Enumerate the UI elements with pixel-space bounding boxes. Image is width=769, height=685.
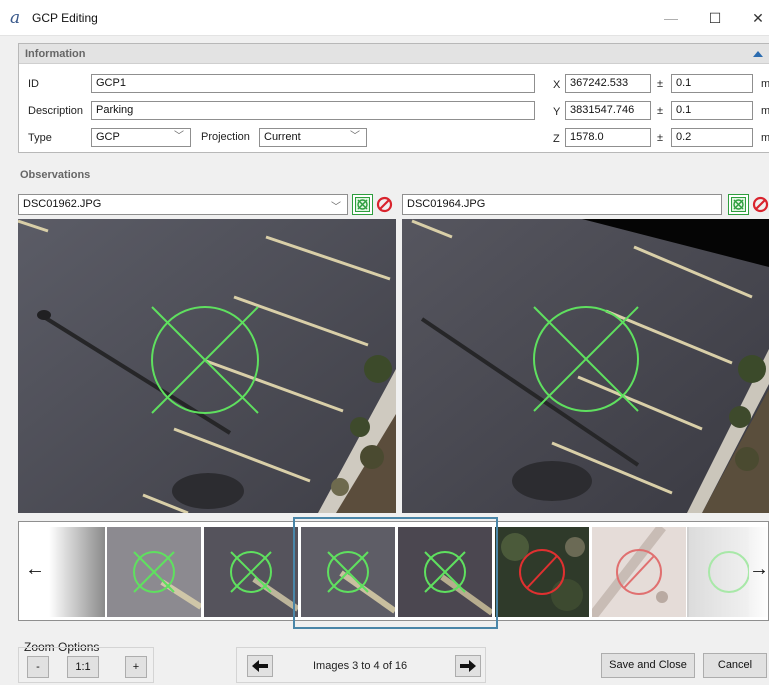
zoom-options-group: - 1:1 + [18, 647, 154, 683]
y-accuracy-field[interactable]: 0.1 [671, 101, 753, 120]
thumbnail-5[interactable] [495, 527, 589, 617]
close-button[interactable]: ✕ [748, 9, 768, 27]
x-field[interactable]: 367242.533 [565, 74, 651, 93]
y-field[interactable]: 3831547.746 [565, 101, 651, 120]
projection-select-value: Current [264, 131, 301, 143]
gcp-mark-icon [355, 197, 370, 212]
information-header[interactable]: Information [19, 44, 769, 64]
left-remove-icon[interactable] [376, 196, 393, 213]
left-mark-button[interactable] [352, 194, 373, 215]
chevron-down-icon: ﹀ [331, 202, 341, 213]
thumbnail-5-image [495, 527, 589, 617]
y-unit: m [761, 105, 769, 117]
title-bar: a GCP Editing — ☐ ✕ [0, 0, 769, 36]
paging-status: Images 3 to 4 of 16 [313, 660, 408, 672]
right-image-viewer[interactable] [402, 219, 769, 513]
right-remove-icon[interactable] [752, 196, 769, 213]
id-field[interactable]: GCP1 [91, 74, 535, 93]
right-image-select[interactable]: DSC01964.JPG [402, 194, 722, 215]
previous-images-button[interactable] [247, 655, 273, 677]
window-title: GCP Editing [32, 11, 98, 25]
z-field[interactable]: 1578.0 [565, 128, 651, 147]
x-accuracy-field[interactable]: 0.1 [671, 74, 753, 93]
right-aerial-photo [402, 219, 769, 513]
chevron-down-icon: ﹀ [350, 131, 360, 142]
minimize-button[interactable]: — [661, 9, 681, 27]
projection-label: Projection [201, 131, 250, 143]
save-and-close-button[interactable]: Save and Close [601, 653, 695, 678]
z-plusminus: ± [657, 132, 664, 144]
thumbnail-2[interactable] [204, 527, 298, 617]
y-plusminus: ± [657, 105, 664, 117]
zoom-out-button[interactable]: - [27, 656, 49, 678]
projection-select[interactable]: Current ﹀ [259, 128, 367, 147]
next-images-button[interactable] [455, 655, 481, 677]
cancel-button[interactable]: Cancel [703, 653, 767, 678]
information-title: Information [25, 48, 86, 60]
description-field[interactable]: Parking [91, 101, 535, 120]
thumbnail-2-image [204, 527, 298, 617]
right-mark-button[interactable] [728, 194, 749, 215]
x-plusminus: ± [657, 78, 664, 90]
left-aerial-photo [18, 219, 396, 513]
z-label: Z [553, 133, 560, 145]
thumbnail-7[interactable] [689, 527, 749, 617]
x-label: X [553, 79, 561, 91]
zoom-reset-button[interactable]: 1:1 [67, 656, 99, 678]
z-unit: m [761, 132, 769, 144]
maximize-button[interactable]: ☐ [705, 9, 725, 27]
gcp-mark-icon [731, 197, 746, 212]
right-image-name: DSC01964.JPG [407, 198, 486, 210]
thumbnail-7-image [689, 527, 749, 617]
thumbnail-1-image [107, 527, 201, 617]
arrow-left-icon [252, 660, 268, 672]
thumbnail-1[interactable] [107, 527, 201, 617]
current-pair-selection [293, 517, 498, 629]
thumbnail-6-image [592, 527, 686, 617]
y-label: Y [553, 106, 561, 118]
filmstrip-prev-arrow[interactable]: ← [25, 558, 45, 581]
left-image-select[interactable]: DSC01962.JPG ﹀ [18, 194, 348, 215]
id-label: ID [28, 78, 39, 90]
type-select-value: GCP [96, 131, 120, 143]
information-panel: Information ID GCP1 Description Parking … [18, 43, 769, 153]
collapse-up-icon[interactable] [753, 51, 763, 57]
left-image-viewer[interactable] [18, 219, 396, 513]
type-label: Type [28, 132, 52, 144]
description-label: Description [28, 105, 84, 117]
type-select[interactable]: GCP ﹀ [91, 128, 191, 147]
observations-title: Observations [20, 169, 91, 181]
filmstrip-next-arrow[interactable]: → [749, 558, 768, 581]
thumbnail-6[interactable] [592, 527, 686, 617]
left-image-name: DSC01962.JPG [23, 198, 102, 210]
app-logo-icon: a [10, 8, 21, 28]
image-paging: Images 3 to 4 of 16 [236, 647, 486, 683]
chevron-down-icon: ﹀ [174, 131, 184, 142]
x-unit: m [761, 78, 769, 90]
arrow-right-icon [460, 660, 476, 672]
z-accuracy-field[interactable]: 0.2 [671, 128, 753, 147]
zoom-in-button[interactable]: + [125, 656, 147, 678]
